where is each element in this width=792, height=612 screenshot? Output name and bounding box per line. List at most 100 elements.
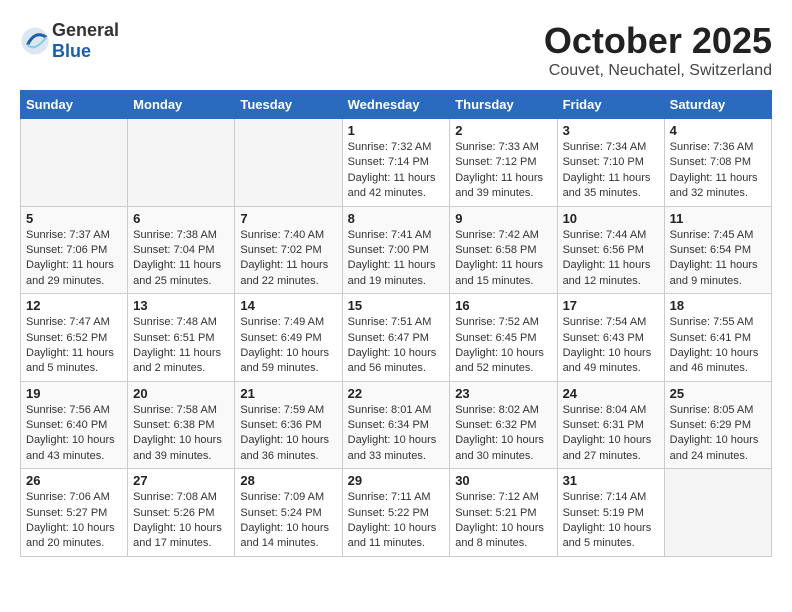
calendar-cell — [664, 469, 771, 557]
logo-text-blue: Blue — [52, 41, 91, 61]
calendar-cell: 29 Sunrise: 7:11 AMSunset: 5:22 PMDayligh… — [342, 469, 450, 557]
calendar-week-row: 1Sunrise: 7:32 AMSunset: 7:14 PMDaylight… — [21, 119, 772, 207]
calendar-cell: 1Sunrise: 7:32 AMSunset: 7:14 PMDaylight… — [342, 119, 450, 207]
day-info: Sunrise: 7:14 AMSunset: 5:19 PMDaylight:… — [563, 490, 659, 552]
calendar-cell — [235, 119, 342, 207]
calendar-cell: 13 Sunrise: 7:48 AMSunset: 6:51 PMDayligh… — [128, 294, 235, 382]
day-number: 17 — [563, 298, 659, 313]
calendar-cell: 30 Sunrise: 7:12 AMSunset: 5:21 PMDayligh… — [450, 469, 557, 557]
day-number: 10 — [563, 211, 659, 226]
day-number: 18 — [670, 298, 766, 313]
day-info: Sunrise: 7:54 AMSunset: 6:43 PMDaylight:… — [563, 315, 659, 377]
day-info: Sunrise: 8:05 AMSunset: 6:29 PMDaylight:… — [670, 403, 766, 465]
day-number: 12 — [26, 298, 122, 313]
day-number: 19 — [26, 386, 122, 401]
calendar-cell: 14Sunrise: 7:49 AMSunset: 6:49 PMDayligh… — [235, 294, 342, 382]
day-info: Sunrise: 8:01 AMSunset: 6:34 PMDaylight:… — [348, 403, 445, 465]
day-header-saturday: Saturday — [664, 91, 771, 119]
calendar-cell: 5Sunrise: 7:37 AMSunset: 7:06 PMDaylight… — [21, 206, 128, 294]
day-info: Sunrise: 7:09 AMSunset: 5:24 PMDaylight:… — [240, 490, 336, 552]
page-header: General Blue October 2025 Couvet, Neucha… — [20, 20, 772, 80]
day-header-sunday: Sunday — [21, 91, 128, 119]
day-info: Sunrise: 7:51 AMSunset: 6:47 PMDaylight:… — [348, 315, 445, 377]
calendar-week-row: 12 Sunrise: 7:47 AMSunset: 6:52 PMDayligh… — [21, 294, 772, 382]
calendar-cell: 21 Sunrise: 7:59 AMSunset: 6:36 PMDayligh… — [235, 381, 342, 469]
day-number: 9 — [455, 211, 551, 226]
day-number: 21 — [240, 386, 336, 401]
day-number: 22 — [348, 386, 445, 401]
day-number: 26 — [26, 473, 122, 488]
day-info: Sunrise: 8:04 AMSunset: 6:31 PMDaylight:… — [563, 403, 659, 465]
day-number: 3 — [563, 123, 659, 138]
day-number: 13 — [133, 298, 229, 313]
calendar-cell: 25 Sunrise: 8:05 AMSunset: 6:29 PMDayligh… — [664, 381, 771, 469]
calendar-cell: 16 Sunrise: 7:52 AMSunset: 6:45 PMDayligh… — [450, 294, 557, 382]
day-number: 15 — [348, 298, 445, 313]
day-number: 16 — [455, 298, 551, 313]
day-info: Sunrise: 7:52 AMSunset: 6:45 PMDaylight:… — [455, 315, 551, 377]
calendar-cell: 18 Sunrise: 7:55 AMSunset: 6:41 PMDayligh… — [664, 294, 771, 382]
calendar-cell — [21, 119, 128, 207]
day-info: Sunrise: 7:48 AMSunset: 6:51 PMDaylight:… — [133, 315, 229, 377]
day-header-monday: Monday — [128, 91, 235, 119]
calendar-week-row: 5Sunrise: 7:37 AMSunset: 7:06 PMDaylight… — [21, 206, 772, 294]
day-info: Sunrise: 7:06 AMSunset: 5:27 PMDaylight:… — [26, 490, 122, 552]
day-info: Sunrise: 7:38 AMSunset: 7:04 PMDaylight:… — [133, 228, 229, 290]
day-info: Sunrise: 7:59 AMSunset: 6:36 PMDaylight:… — [240, 403, 336, 465]
logo: General Blue — [20, 20, 119, 62]
calendar-cell: 26 Sunrise: 7:06 AMSunset: 5:27 PMDayligh… — [21, 469, 128, 557]
day-info: Sunrise: 7:34 AMSunset: 7:10 PMDaylight:… — [563, 140, 659, 202]
calendar-cell: 12 Sunrise: 7:47 AMSunset: 6:52 PMDayligh… — [21, 294, 128, 382]
day-info: Sunrise: 7:11 AMSunset: 5:22 PMDaylight:… — [348, 490, 445, 552]
day-number: 4 — [670, 123, 766, 138]
day-info: Sunrise: 7:55 AMSunset: 6:41 PMDaylight:… — [670, 315, 766, 377]
calendar-cell: 15 Sunrise: 7:51 AMSunset: 6:47 PMDayligh… — [342, 294, 450, 382]
day-info: Sunrise: 7:08 AMSunset: 5:26 PMDaylight:… — [133, 490, 229, 552]
day-info: Sunrise: 7:37 AMSunset: 7:06 PMDaylight:… — [26, 228, 122, 290]
day-info: Sunrise: 7:56 AMSunset: 6:40 PMDaylight:… — [26, 403, 122, 465]
calendar-cell: 4 Sunrise: 7:36 AMSunset: 7:08 PMDaylight… — [664, 119, 771, 207]
day-number: 7 — [240, 211, 336, 226]
day-header-friday: Friday — [557, 91, 664, 119]
day-info: Sunrise: 7:41 AMSunset: 7:00 PMDaylight:… — [348, 228, 445, 290]
calendar-week-row: 19 Sunrise: 7:56 AMSunset: 6:40 PMDayligh… — [21, 381, 772, 469]
day-info: Sunrise: 7:12 AMSunset: 5:21 PMDaylight:… — [455, 490, 551, 552]
title-block: October 2025 Couvet, Neuchatel, Switzerl… — [544, 20, 772, 80]
day-number: 30 — [455, 473, 551, 488]
day-info: Sunrise: 7:40 AMSunset: 7:02 PMDaylight:… — [240, 228, 336, 290]
day-header-thursday: Thursday — [450, 91, 557, 119]
calendar-cell: 11Sunrise: 7:45 AMSunset: 6:54 PMDayligh… — [664, 206, 771, 294]
day-number: 29 — [348, 473, 445, 488]
day-info: Sunrise: 8:02 AMSunset: 6:32 PMDaylight:… — [455, 403, 551, 465]
day-number: 11 — [670, 211, 766, 226]
calendar-cell: 6 Sunrise: 7:38 AMSunset: 7:04 PMDaylight… — [128, 206, 235, 294]
day-number: 25 — [670, 386, 766, 401]
day-header-wednesday: Wednesday — [342, 91, 450, 119]
day-number: 31 — [563, 473, 659, 488]
day-number: 27 — [133, 473, 229, 488]
day-info: Sunrise: 7:36 AMSunset: 7:08 PMDaylight:… — [670, 140, 766, 202]
calendar-cell: 9 Sunrise: 7:42 AMSunset: 6:58 PMDaylight… — [450, 206, 557, 294]
day-info: Sunrise: 7:47 AMSunset: 6:52 PMDaylight:… — [26, 315, 122, 377]
calendar-cell: 7 Sunrise: 7:40 AMSunset: 7:02 PMDaylight… — [235, 206, 342, 294]
day-number: 8 — [348, 211, 445, 226]
day-number: 6 — [133, 211, 229, 226]
day-number: 1 — [348, 123, 445, 138]
calendar-cell: 8 Sunrise: 7:41 AMSunset: 7:00 PMDaylight… — [342, 206, 450, 294]
calendar-cell: 19 Sunrise: 7:56 AMSunset: 6:40 PMDayligh… — [21, 381, 128, 469]
logo-text-general: General — [52, 20, 119, 40]
location-subtitle: Couvet, Neuchatel, Switzerland — [544, 62, 772, 80]
day-header-tuesday: Tuesday — [235, 91, 342, 119]
calendar-cell: 23Sunrise: 8:02 AMSunset: 6:32 PMDayligh… — [450, 381, 557, 469]
calendar-cell — [128, 119, 235, 207]
day-info: Sunrise: 7:42 AMSunset: 6:58 PMDaylight:… — [455, 228, 551, 290]
day-info: Sunrise: 7:33 AMSunset: 7:12 PMDaylight:… — [455, 140, 551, 202]
calendar-cell: 2 Sunrise: 7:33 AMSunset: 7:12 PMDaylight… — [450, 119, 557, 207]
calendar-cell: 17 Sunrise: 7:54 AMSunset: 6:43 PMDayligh… — [557, 294, 664, 382]
day-number: 24 — [563, 386, 659, 401]
calendar-table: SundayMondayTuesdayWednesdayThursdayFrid… — [20, 90, 772, 557]
logo-icon — [20, 26, 50, 56]
calendar-cell: 24 Sunrise: 8:04 AMSunset: 6:31 PMDayligh… — [557, 381, 664, 469]
calendar-cell: 22 Sunrise: 8:01 AMSunset: 6:34 PMDayligh… — [342, 381, 450, 469]
day-number: 2 — [455, 123, 551, 138]
